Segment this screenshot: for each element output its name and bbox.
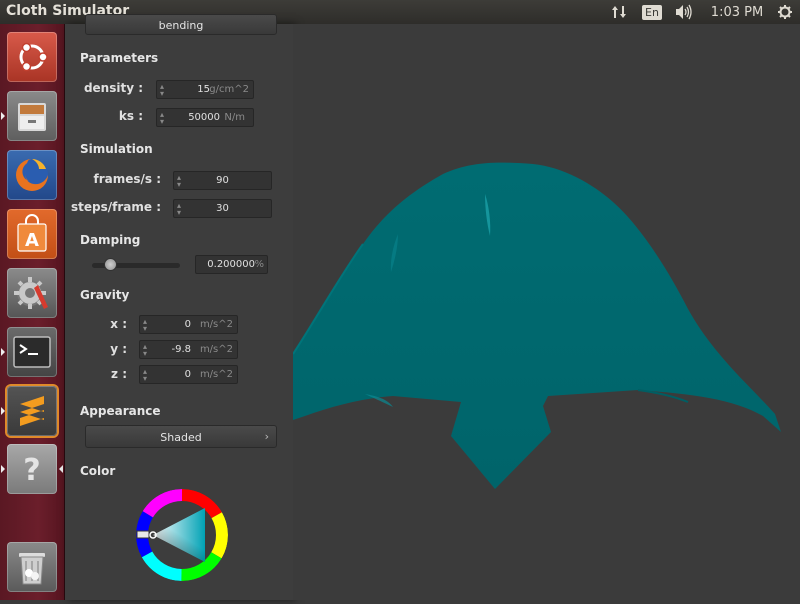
damping-value: 0.200000 (207, 259, 255, 270)
chevron-right-icon: › (264, 430, 269, 443)
simulation-heading: Simulation (80, 142, 153, 156)
density-field[interactable]: ▴ ▾ 15 g/cm^2 (156, 80, 254, 99)
3d-viewport[interactable] (292, 24, 800, 600)
damping-field[interactable]: 0.200000 % (195, 255, 268, 274)
appearance-heading: Appearance (80, 404, 161, 418)
unknown-app-icon[interactable]: ? (7, 444, 57, 494)
running-indicator (1, 465, 5, 473)
focused-indicator (59, 465, 63, 473)
gravity-heading: Gravity (80, 288, 130, 302)
steps-per-frame-label: steps/frame : (71, 200, 161, 214)
damping-unit: % (254, 259, 264, 270)
density-label: density : (83, 81, 143, 95)
gravity-y-value: -9.8 (171, 344, 191, 355)
svg-text:?: ? (23, 453, 40, 486)
spin-arrows-icon[interactable]: ▴ ▾ (143, 318, 147, 333)
gravity-z-unit: m/s^2 (199, 369, 233, 380)
firefox-icon[interactable] (7, 150, 57, 200)
frames-per-second-value: 90 (216, 175, 229, 186)
gravity-x-unit: m/s^2 (199, 319, 233, 330)
running-indicator (1, 112, 5, 120)
density-unit: g/cm^2 (209, 84, 249, 95)
color-heading: Color (80, 464, 116, 478)
language-label: En (642, 4, 662, 20)
system-settings-icon[interactable] (7, 268, 57, 318)
terminal-icon[interactable] (7, 327, 57, 377)
gravity-z-value: 0 (184, 369, 191, 380)
appearance-mode-label: Shaded (160, 431, 202, 444)
spin-arrows-icon[interactable]: ▴ ▾ (160, 111, 164, 126)
frames-per-second-label: frames/s : (93, 172, 161, 186)
density-value: 15 (197, 84, 210, 95)
svg-text:A: A (25, 230, 39, 251)
running-indicator (1, 348, 5, 356)
bending-button[interactable]: bending (85, 14, 277, 35)
running-indicator (1, 407, 5, 415)
damping-heading: Damping (80, 233, 141, 247)
controls-panel: bending Parameters density : ▴ ▾ 15 g/cm^… (65, 14, 293, 600)
sublime-text-icon[interactable] (7, 386, 57, 436)
hue-marker[interactable] (136, 530, 150, 539)
damping-slider-handle[interactable] (104, 258, 117, 271)
ks-label: ks : (118, 109, 143, 123)
gravity-y-field[interactable]: ▴ ▾ -9.8 m/s^2 (139, 340, 238, 359)
volume-icon[interactable] (673, 0, 695, 24)
frames-per-second-field[interactable]: ▴ ▾ 90 (173, 171, 272, 190)
power-gear-icon[interactable] (774, 0, 796, 24)
gravity-z-field[interactable]: ▴ ▾ 0 m/s^2 (139, 365, 238, 384)
gravity-x-field[interactable]: ▴ ▾ 0 m/s^2 (139, 315, 238, 334)
clock[interactable]: 1:03 PM (706, 0, 768, 24)
parameters-heading: Parameters (80, 51, 159, 65)
spin-arrows-icon[interactable]: ▴ ▾ (160, 83, 164, 98)
launcher: A ? (0, 24, 65, 600)
gravity-x-value: 0 (184, 319, 191, 330)
steps-per-frame-field[interactable]: ▴ ▾ 30 (173, 199, 272, 218)
cloth-mesh[interactable] (292, 24, 800, 600)
color-wheel[interactable] (135, 488, 229, 582)
network-icon[interactable] (608, 0, 630, 24)
ubuntu-dash-icon[interactable] (7, 32, 57, 82)
ks-field[interactable]: ▴ ▾ 50000 N/m (156, 108, 254, 127)
keyboard-language-indicator[interactable]: En (641, 0, 663, 24)
appearance-dropdown[interactable]: Shaded › (85, 425, 277, 448)
gravity-x-label: x : (110, 317, 127, 331)
steps-per-frame-value: 30 (216, 203, 229, 214)
software-center-icon[interactable]: A (7, 209, 57, 259)
spin-arrows-icon[interactable]: ▴ ▾ (143, 343, 147, 358)
gravity-y-label: y : (110, 342, 127, 356)
trash-icon[interactable] (7, 542, 57, 592)
gravity-y-unit: m/s^2 (199, 344, 233, 355)
ks-value: 50000 (188, 112, 220, 123)
ks-unit: N/m (224, 112, 245, 123)
files-icon[interactable] (7, 91, 57, 141)
spin-arrows-icon[interactable]: ▴ ▾ (143, 368, 147, 383)
gravity-z-label: z : (111, 367, 127, 381)
